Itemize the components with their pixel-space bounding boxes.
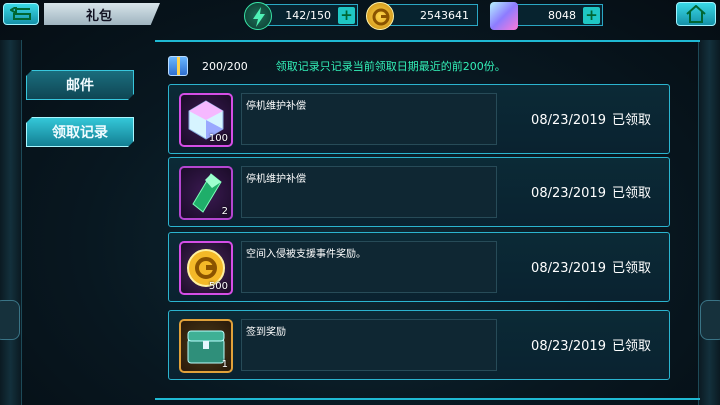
gold-value: 2543641	[420, 8, 469, 22]
stamina-value: 142/150	[285, 8, 331, 22]
records-note: 领取记录只记录当前领取日期最近的前200份。	[275, 60, 506, 73]
home-button[interactable]	[676, 2, 716, 26]
frame-bolt-decoration	[0, 300, 20, 340]
item-quantity: 500	[208, 281, 228, 292]
item-quantity: 2	[221, 206, 228, 217]
tab-claim-records-label: 领取记录	[52, 125, 108, 141]
tab-mail[interactable]: 邮件	[26, 70, 134, 100]
record-row[interactable]: 2 停机维护补偿 08/23/2019 已领取	[168, 157, 670, 227]
crystal-gem-icon	[490, 2, 518, 30]
record-row[interactable]: 1 签到奖励 08/23/2019 已领取	[168, 310, 670, 380]
frame-bolt-decoration	[700, 300, 720, 340]
record-row[interactable]: 100 停机维护补偿 08/23/2019 已领取	[168, 84, 670, 154]
item-quantity: 100	[208, 133, 228, 144]
claim-date: 08/23/2019	[531, 186, 606, 201]
item-quantity: 1	[221, 359, 228, 370]
claim-date: 08/23/2019	[531, 339, 606, 354]
back-arrow-icon	[10, 7, 31, 20]
record-description: 签到奖励	[246, 327, 286, 338]
page-title: 礼包	[44, 3, 160, 25]
tab-claim-records[interactable]: 领取记录	[26, 117, 134, 147]
back-button[interactable]	[3, 3, 39, 25]
energy-bolt-icon	[244, 2, 272, 30]
top-bar: 礼包 142/150 + 2543641 8048 +	[0, 0, 720, 30]
record-description-box: 空间入侵被支援事件奖励。	[241, 241, 497, 293]
record-description: 停机维护补偿	[246, 101, 306, 112]
green-crystal-icon: 2	[179, 166, 233, 220]
add-stamina-button[interactable]: +	[338, 7, 355, 24]
record-description: 停机维护补偿	[246, 174, 306, 185]
home-icon	[686, 5, 706, 23]
crystal-gem-icon: 100	[179, 93, 233, 147]
record-date: 08/23/2019 已领取	[531, 335, 651, 354]
claim-date: 08/23/2019	[531, 113, 606, 128]
records-count: 200/200	[202, 59, 248, 73]
add-gem-button[interactable]: +	[583, 7, 600, 24]
treasure-chest-icon: 1	[179, 319, 233, 373]
record-description-box: 签到奖励	[241, 319, 497, 371]
claim-status: 已领取	[611, 261, 651, 276]
record-date: 08/23/2019 已领取	[531, 257, 651, 276]
record-description-box: 停机维护补偿	[241, 93, 497, 145]
gem-counter: 8048 +	[505, 4, 603, 26]
right-frame-decoration	[698, 40, 720, 405]
record-description-box: 停机维护补偿	[241, 166, 497, 218]
stamina-counter: 142/150 +	[258, 4, 358, 26]
gift-box-icon	[168, 56, 188, 76]
record-date: 08/23/2019 已领取	[531, 182, 651, 201]
gold-coin-icon	[366, 2, 394, 30]
gem-value: 8048	[548, 8, 576, 22]
claim-status: 已领取	[611, 186, 651, 201]
record-description: 空间入侵被支援事件奖励。	[246, 249, 366, 260]
gold-coin-icon: 500	[179, 241, 233, 295]
claim-date: 08/23/2019	[531, 261, 606, 276]
gold-counter: 2543641	[382, 4, 478, 26]
records-summary: 200/200 领取记录只记录当前领取日期最近的前200份。	[168, 54, 678, 78]
tab-mail-label: 邮件	[66, 78, 94, 94]
record-row[interactable]: 500 空间入侵被支援事件奖励。 08/23/2019 已领取	[168, 232, 670, 302]
left-frame-decoration	[0, 40, 22, 405]
claim-status: 已领取	[611, 113, 651, 128]
claim-status: 已领取	[611, 339, 651, 354]
record-date: 08/23/2019 已领取	[531, 109, 651, 128]
